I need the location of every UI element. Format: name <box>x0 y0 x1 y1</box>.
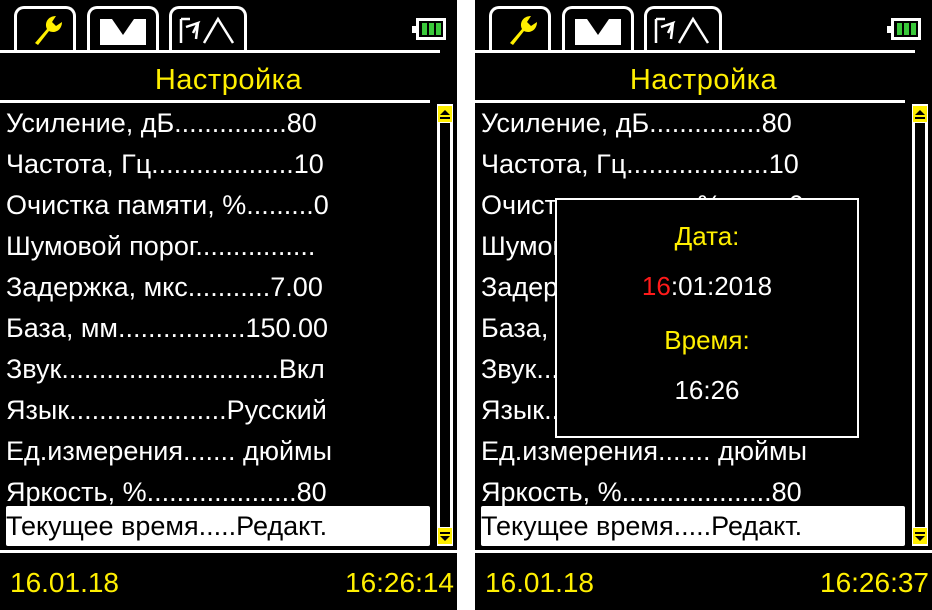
device-screen-right: Настройка Усиление, дБ...............80 … <box>475 0 932 610</box>
scroll-down-icon[interactable] <box>438 528 452 544</box>
scroll-up-icon[interactable] <box>438 106 452 122</box>
wrench-icon <box>35 15 62 45</box>
status-time: 16:26:37 <box>820 567 929 598</box>
tab-settings[interactable] <box>14 6 76 50</box>
scroll-up-icon[interactable] <box>913 106 927 122</box>
setting-gain[interactable]: Усиление, дБ...............80 <box>6 103 430 143</box>
status-time: 16:26:14 <box>345 567 454 598</box>
time-value[interactable]: 16:26 <box>557 372 857 408</box>
scrollbar[interactable] <box>912 104 928 546</box>
scroll-track[interactable] <box>440 123 450 527</box>
setting-units[interactable]: Ед.измерения....... дюймы <box>6 431 430 471</box>
tab-bar <box>475 0 932 58</box>
setting-language[interactable]: Язык.....................Русский <box>6 390 430 430</box>
tab-waveform[interactable] <box>87 6 159 50</box>
setting-memory-clear[interactable]: Очистка памяти, %.........0 <box>6 185 430 225</box>
page-title: Настройка <box>629 64 778 96</box>
setting-current-time[interactable]: Текущее время.....Редакт. <box>481 506 905 546</box>
setting-frequency[interactable]: Частота, Гц...................10 <box>481 144 905 184</box>
time-label: Время: <box>664 325 750 355</box>
battery-icon <box>887 18 921 40</box>
status-date: 16.01.18 <box>485 567 594 598</box>
tab-settings[interactable] <box>489 6 551 50</box>
status-bar: 16.01.18 16:26:14 <box>0 550 457 610</box>
setting-sound[interactable]: Звук.............................Вкл <box>6 349 430 389</box>
setting-frequency[interactable]: Частота, Гц...................10 <box>6 144 430 184</box>
tab-underline <box>475 50 915 53</box>
date-day-field[interactable]: 16 <box>642 271 671 301</box>
page-title: Настройка <box>154 64 303 96</box>
tab-signal[interactable] <box>644 6 722 50</box>
scroll-track[interactable] <box>915 123 925 527</box>
settings-list: Усиление, дБ...............80 Частота, Г… <box>0 100 457 550</box>
setting-delay[interactable]: Задержка, мкс...........7.00 <box>6 267 430 307</box>
waveform-icon <box>100 18 146 45</box>
tab-underline <box>0 50 440 53</box>
date-label: Дата: <box>674 221 740 251</box>
setting-gain[interactable]: Усиление, дБ...............80 <box>481 103 905 143</box>
tab-signal[interactable] <box>169 6 247 50</box>
device-screen-left: Настройка Усиление, дБ...............80 … <box>0 0 457 610</box>
scroll-down-icon[interactable] <box>913 528 927 544</box>
date-value[interactable]: 16:01:2018 <box>557 268 857 304</box>
setting-current-time[interactable]: Текущее время.....Редакт. <box>6 506 430 546</box>
waveform-icon <box>575 18 621 45</box>
status-date: 16.01.18 <box>10 567 119 598</box>
tab-bar <box>0 0 457 58</box>
signal-icon <box>654 16 710 44</box>
battery-icon <box>412 18 446 40</box>
tab-waveform[interactable] <box>562 6 634 50</box>
wrench-icon <box>510 15 537 45</box>
status-bar: 16.01.18 16:26:37 <box>475 550 932 610</box>
datetime-dialog[interactable]: Дата: 16:01:2018 Время: 16:26 <box>555 198 859 438</box>
date-rest: :01:2018 <box>670 271 773 301</box>
setting-noise-threshold[interactable]: Шумовой порог................ <box>6 226 430 266</box>
signal-icon <box>179 16 235 44</box>
setting-base[interactable]: База, мм.................150.00 <box>6 308 430 348</box>
scrollbar[interactable] <box>437 104 453 546</box>
